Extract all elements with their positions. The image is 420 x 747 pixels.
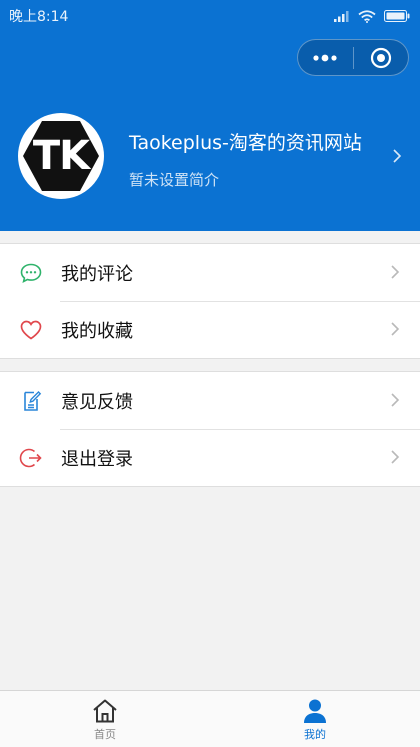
heart-icon [20,320,42,340]
status-icons [334,9,410,23]
chevron-right-icon [391,265,400,279]
menu-item-logout[interactable]: 退出登录 [0,429,420,486]
profile-name: Taokeplus-淘客的资讯网站 [129,132,362,154]
menu-item-feedback[interactable]: 意见反馈 [0,372,420,429]
chevron-right-icon [393,149,402,163]
battery-icon [384,10,410,22]
menu-item-label: 我的评论 [61,263,133,285]
menu-item-favorites[interactable]: 我的收藏 [0,301,420,358]
screen: 晚上8:14 TK Taokeplus-淘客的资讯网站 暂未设置简介 我的评论 … [0,0,420,747]
tab-label: 我的 [304,728,326,741]
menu-item-label: 退出登录 [61,448,133,470]
capsule-close-button[interactable] [354,40,409,75]
feedback-icon [24,391,42,411]
mini-program-capsule [297,39,409,76]
profile-card[interactable]: TK Taokeplus-淘客的资讯网站 暂未设置简介 [0,112,420,202]
menu-group-activity: 我的评论 我的收藏 [0,243,420,359]
capsule-more-button[interactable] [298,40,353,75]
user-icon [304,699,326,723]
target-close-icon [370,47,391,68]
avatar-logo: TK [23,121,99,191]
menu-group-account: 意见反馈 退出登录 [0,371,420,487]
tab-home[interactable]: 首页 [0,691,210,747]
chevron-right-icon [391,322,400,336]
more-dots-icon [313,54,337,61]
signal-icon [334,11,349,22]
bottom-tab-bar: 首页 我的 [0,690,420,747]
status-time: 晚上8:14 [9,9,69,25]
home-icon [93,699,117,723]
tab-label: 首页 [94,728,116,741]
chevron-right-icon [391,393,400,407]
status-bar: 晚上8:14 [0,0,420,32]
menu-item-label: 我的收藏 [61,320,133,342]
profile-header: 晚上8:14 TK Taokeplus-淘客的资讯网站 暂未设置简介 [0,0,420,231]
chevron-right-icon [391,450,400,464]
avatar[interactable]: TK [18,113,104,199]
tab-mine[interactable]: 我的 [210,691,420,747]
wifi-icon [358,9,376,23]
avatar-logo-text: TK [32,133,90,179]
comment-icon [20,263,42,284]
profile-info: Taokeplus-淘客的资讯网站 暂未设置简介 [129,128,362,190]
profile-bio: 暂未设置简介 [129,171,220,189]
menu-item-label: 意见反馈 [61,391,133,413]
menu-item-comments[interactable]: 我的评论 [0,244,420,301]
logout-icon [19,448,42,468]
